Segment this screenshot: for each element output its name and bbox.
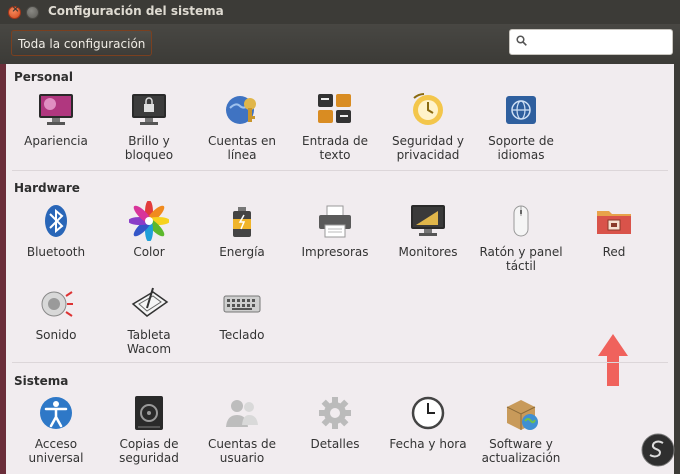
item-seguridad-privacidad[interactable]: Seguridad y privacidad [382, 90, 474, 162]
window-edge [674, 64, 680, 474]
item-impresoras[interactable]: Impresoras [289, 201, 381, 259]
item-label: Acceso [34, 437, 78, 451]
software-updates-icon [501, 393, 541, 433]
keyboard-icon [222, 284, 262, 324]
item-fecha-hora[interactable]: Fecha y hora [382, 393, 474, 451]
item-label: Fecha y hora [389, 437, 467, 451]
text-entry-icon [315, 90, 355, 130]
item-label: Seguridad y [392, 134, 464, 148]
online-accounts-icon [222, 90, 262, 130]
title-bar: × Configuración del sistema [0, 0, 680, 24]
item-label-2: usuario [219, 451, 265, 465]
settings-panel: Personal Apariencia Brillo y bloqueo Cuen… [6, 64, 674, 474]
item-cuentas-usuario[interactable]: Cuentas de usuario [196, 393, 288, 465]
item-label-2: línea [227, 148, 257, 162]
sound-icon [36, 284, 76, 324]
system-settings-window: × Configuración del sistema Toda la conf… [0, 0, 680, 474]
item-entrada-de-texto[interactable]: Entrada de texto [289, 90, 381, 162]
item-label: Detalles [310, 437, 360, 451]
item-label-2: bloqueo [124, 148, 174, 162]
security-privacy-icon [408, 90, 448, 130]
language-support-icon [501, 90, 541, 130]
item-soporte-idiomas[interactable]: Soporte de idiomas [475, 90, 567, 162]
item-label: Red [602, 245, 626, 259]
item-color[interactable]: Color [103, 200, 195, 259]
universal-access-icon [36, 393, 76, 433]
item-raton-panel[interactable]: Ratón y panel táctil [475, 201, 567, 273]
close-window-button[interactable]: × [8, 4, 21, 19]
wacom-tablet-icon [129, 284, 169, 324]
bluetooth-icon [36, 201, 76, 241]
item-label: Impresoras [301, 245, 369, 259]
item-label-2: texto [319, 148, 351, 162]
item-label: Color [133, 245, 165, 259]
appearance-icon [36, 90, 76, 130]
item-label: Monitores [398, 245, 458, 259]
backups-icon [129, 393, 169, 433]
item-bluetooth[interactable]: Bluetooth [10, 201, 102, 259]
item-label-2: actualización [481, 451, 561, 465]
mouse-icon [501, 201, 541, 241]
item-label: Cuentas en [207, 134, 277, 148]
item-tableta-wacom[interactable]: Tableta Wacom [103, 284, 195, 356]
close-icon: × [11, 4, 20, 15]
search-input[interactable] [509, 29, 673, 55]
brightness-lock-icon [129, 90, 169, 130]
item-sonido[interactable]: Sonido [10, 284, 102, 342]
item-monitores[interactable]: Monitores [382, 201, 474, 259]
user-accounts-icon [222, 393, 262, 433]
section-title-hardware: Hardware [14, 181, 80, 195]
item-label: Brillo y [128, 134, 170, 148]
item-label: Cuentas de [207, 437, 277, 451]
item-label-2: universal [28, 451, 84, 465]
item-cuentas-en-linea[interactable]: Cuentas en línea [196, 90, 288, 162]
item-label-2: privacidad [396, 148, 460, 162]
section-title-personal: Personal [14, 70, 73, 84]
clock-icon [408, 393, 448, 433]
item-label-2: seguridad [119, 451, 179, 465]
item-label: Software y [489, 437, 553, 451]
site-logo-icon [641, 433, 675, 467]
item-energia[interactable]: Energía [196, 201, 288, 259]
search-icon [516, 35, 527, 46]
toolbar: Toda la configuración [0, 24, 680, 64]
section-title-sistema: Sistema [14, 374, 69, 388]
network-icon [594, 201, 634, 241]
details-icon [315, 393, 355, 433]
item-label: Soporte de [488, 134, 554, 148]
item-label-2: Wacom [126, 342, 172, 356]
item-acceso-universal[interactable]: Acceso universal [10, 393, 102, 465]
all-settings-button[interactable]: Toda la configuración [11, 30, 153, 56]
item-copias-seguridad[interactable]: Copias de seguridad [103, 393, 195, 465]
item-label: Sonido [35, 328, 77, 342]
item-brillo-bloqueo[interactable]: Brillo y bloqueo [103, 90, 195, 162]
item-label-2: idiomas [497, 148, 545, 162]
item-label: Apariencia [24, 134, 88, 148]
item-label: Teclado [219, 328, 265, 342]
item-label: Copias de [119, 437, 179, 451]
power-icon [222, 201, 262, 241]
window-title: Configuración del sistema [48, 4, 224, 18]
item-apariencia[interactable]: Apariencia [10, 90, 102, 148]
item-detalles[interactable]: Detalles [289, 393, 381, 451]
printer-icon [315, 201, 355, 241]
item-label: Entrada de [302, 134, 368, 148]
item-label: Tableta [127, 328, 171, 342]
item-label: Ratón y panel [479, 245, 563, 259]
minimize-window-button[interactable] [26, 6, 39, 19]
monitor-icon [408, 201, 448, 241]
color-icon [128, 200, 170, 242]
section-divider [12, 170, 668, 171]
section-divider [12, 362, 668, 363]
item-teclado[interactable]: Teclado [196, 284, 288, 342]
item-label-2: táctil [505, 259, 537, 273]
item-label: Bluetooth [26, 245, 86, 259]
item-red[interactable]: Red [568, 201, 660, 259]
item-label: Energía [219, 245, 265, 259]
item-software-actualizacion[interactable]: Software y actualización [475, 393, 567, 465]
annotation-arrow-icon [598, 334, 628, 386]
